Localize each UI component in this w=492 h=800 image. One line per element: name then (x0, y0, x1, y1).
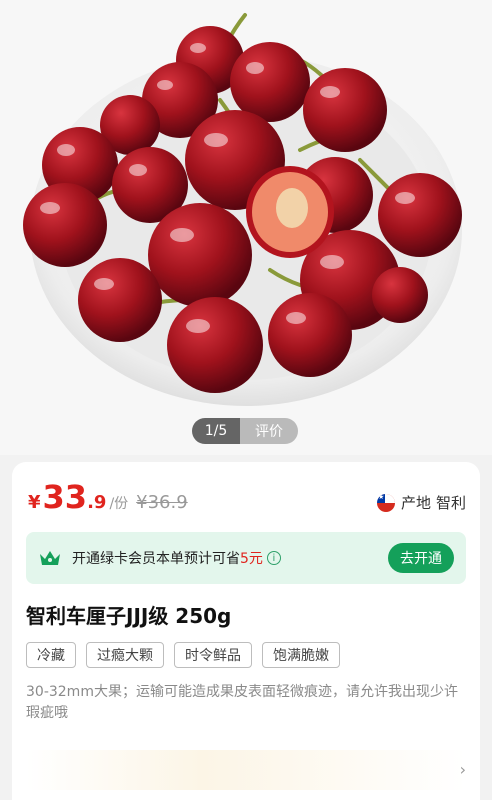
tag-item: 时令鲜品 (174, 642, 252, 668)
price-unit: /份 (109, 496, 129, 512)
cherry-bowl-image (23, 13, 462, 406)
product-info-card: ¥ 33 .9 /份 ¥36.9 ★ 产地 智利 开通绿卡会员本单预计可省5元 … (12, 462, 480, 800)
membership-banner[interactable]: 开通绿卡会员本单预计可省5元 i 去开通 (26, 532, 466, 584)
tag-item: 冷藏 (26, 642, 76, 668)
chevron-right-icon: › (459, 760, 466, 779)
savings-amount: 5元 (240, 551, 263, 567)
gallery-pager[interactable]: 1/5 评价 (192, 418, 298, 444)
membership-text: 开通绿卡会员本单预计可省5元 (72, 551, 263, 567)
product-description: 30-32mm大果；运输可能造成果皮表面轻微痕迹，请允许我出现少许瑕疵哦 (26, 684, 458, 721)
product-tags: 冷藏 过瘾大颗 时令鲜品 饱满脆嫩 (26, 642, 340, 668)
info-icon[interactable]: i (266, 551, 281, 565)
product-title: 智利车厘子JJJ级 250g (26, 604, 232, 628)
price-row: ¥ 33 .9 /份 ¥36.9 (28, 480, 188, 514)
chile-flag-icon: ★ (376, 493, 395, 512)
price-currency: ¥ (28, 492, 41, 513)
tag-item: 饱满脆嫩 (262, 642, 340, 668)
tag-item: 过瘾大颗 (86, 642, 164, 668)
price-decimal: .9 (87, 492, 107, 513)
crown-icon (40, 551, 60, 565)
origin-info: ★ 产地 智利 (376, 492, 466, 513)
open-membership-button[interactable]: 去开通 (388, 543, 454, 573)
product-image-gallery[interactable]: 1/5 评价 (0, 0, 492, 455)
original-price: ¥36.9 (136, 492, 188, 513)
tab-reviews[interactable]: 评价 (240, 418, 298, 444)
origin-label: 产地 (400, 494, 431, 512)
promo-strip[interactable]: › (26, 750, 466, 790)
origin-country: 智利 (435, 494, 466, 512)
page-indicator: 1/5 (192, 418, 240, 444)
price-integer: 33 (42, 478, 88, 516)
